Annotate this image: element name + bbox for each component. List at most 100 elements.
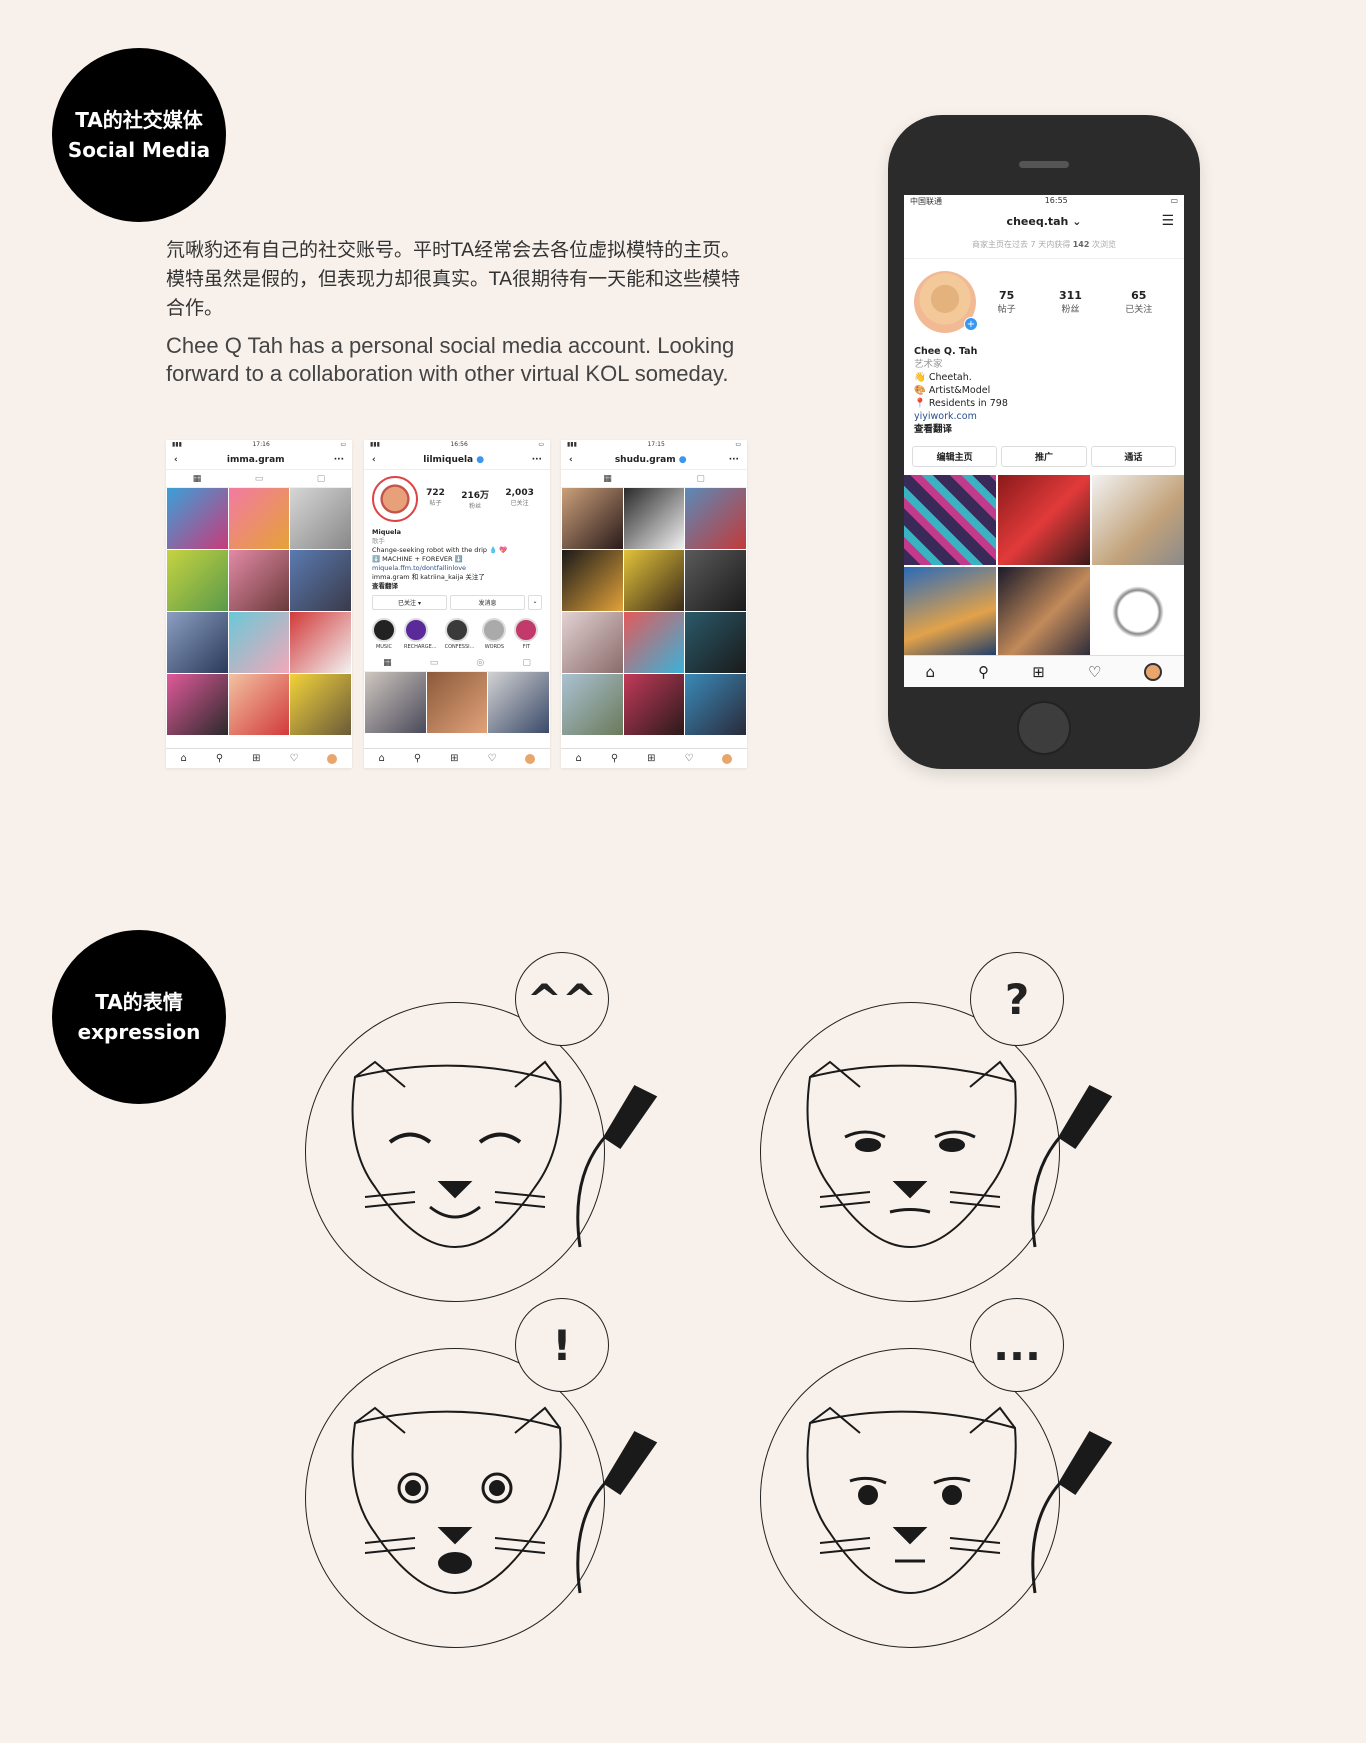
home-icon[interactable]: ⌂ (575, 753, 581, 764)
add-icon[interactable]: ⊞ (647, 753, 655, 764)
tagged-icon[interactable]: ▢ (696, 474, 705, 484)
stat-followers[interactable]: 311 粉丝 (1059, 289, 1082, 315)
chevron-down-icon[interactable]: ⌄ (528, 595, 542, 610)
more-icon[interactable]: ··· (532, 455, 542, 465)
bio-link[interactable]: miquela.ffm.to/dontfallinlove (372, 564, 542, 573)
grid-photo[interactable] (623, 550, 685, 611)
grid-photo[interactable] (228, 488, 290, 549)
stat-following[interactable]: 65 已关注 (1125, 289, 1152, 315)
edit-profile-button[interactable]: 编辑主页 (912, 446, 998, 467)
grid-photo[interactable] (998, 475, 1090, 565)
profile-actions: 编辑主页 推广 通话 (904, 440, 1184, 473)
grid-photo[interactable] (426, 672, 488, 733)
username-switcher[interactable]: cheeq.tah ⌄ (1007, 215, 1082, 228)
highlight-item[interactable]: MUSIC (372, 618, 396, 650)
grid-photo[interactable] (228, 550, 290, 611)
back-icon[interactable]: ‹ (174, 455, 178, 465)
heart-icon[interactable]: ♡ (290, 753, 299, 764)
grid-photo[interactable] (623, 674, 685, 735)
status-time: 17:15 (647, 441, 665, 448)
back-icon[interactable]: ‹ (569, 455, 573, 465)
followed-by[interactable]: imma.gram 和 katriina_kaija 关注了 (372, 573, 542, 582)
grid-photo[interactable] (623, 612, 685, 673)
grid-photo[interactable] (228, 612, 290, 673)
grid-photo[interactable] (365, 672, 426, 733)
grid-photo[interactable] (562, 488, 623, 549)
heart-icon[interactable]: ♡ (488, 753, 497, 764)
grid-photo[interactable] (290, 612, 351, 673)
search-icon[interactable]: ⚲ (216, 753, 223, 764)
bio-link[interactable]: yiyiwork.com (914, 410, 1174, 423)
contact-button[interactable]: 通话 (1090, 446, 1176, 467)
grid-photo[interactable] (290, 550, 351, 611)
grid-icon[interactable]: ▦ (603, 474, 612, 484)
profile-avatar-icon[interactable] (722, 753, 733, 764)
grid-photo[interactable] (685, 674, 746, 735)
home-icon[interactable]: ⌂ (926, 663, 936, 681)
grid-photo[interactable] (904, 567, 996, 657)
grid-photo[interactable] (167, 612, 228, 673)
more-icon[interactable]: ··· (729, 455, 739, 465)
grid-photo[interactable] (1092, 567, 1184, 657)
grid-photo[interactable] (167, 674, 228, 735)
grid-photo[interactable] (488, 672, 549, 733)
add-icon[interactable]: ⊞ (252, 753, 260, 764)
highlight-item[interactable]: RECHARGE... (404, 618, 437, 650)
add-icon[interactable]: ⊞ (450, 753, 458, 764)
profile-avatar-icon[interactable] (525, 753, 536, 764)
grid-photo[interactable] (685, 612, 746, 673)
home-icon[interactable]: ⌂ (180, 753, 186, 764)
more-icon[interactable]: ··· (334, 455, 344, 465)
tagged-icon[interactable]: ▢ (317, 474, 326, 484)
stat-following[interactable]: 2,003 已关注 (505, 488, 533, 510)
igtv-icon[interactable]: ▭ (430, 658, 439, 668)
grid-photo[interactable] (904, 475, 996, 565)
home-icon[interactable]: ⌂ (378, 753, 384, 764)
menu-icon[interactable]: ☰ (1161, 213, 1174, 229)
grid-photo[interactable] (623, 488, 685, 549)
grid-photo[interactable] (562, 550, 623, 611)
grid-icon[interactable]: ▦ (383, 658, 392, 668)
avatar[interactable] (372, 476, 418, 522)
promote-button[interactable]: 推广 (1001, 446, 1087, 467)
highlight-item[interactable]: CONFESSI... (444, 618, 474, 650)
search-icon[interactable]: ⚲ (978, 663, 989, 681)
bio-line: ⬇️ MACHINE + FOREVER ⬇️ (372, 555, 463, 563)
translate-link[interactable]: 查看翻译 (914, 423, 1174, 436)
igtv-icon[interactable]: ▭ (255, 474, 264, 484)
tagged-icon[interactable]: ▢ (522, 658, 531, 668)
search-icon[interactable]: ⚲ (611, 753, 618, 764)
reels-icon[interactable]: ◎ (476, 658, 484, 668)
following-button[interactable]: 已关注 ▾ (372, 595, 447, 610)
heart-icon[interactable]: ♡ (685, 753, 694, 764)
grid-photo[interactable] (290, 674, 351, 735)
search-icon[interactable]: ⚲ (414, 753, 421, 764)
profile-avatar-icon[interactable] (327, 753, 338, 764)
add-story-icon[interactable]: + (964, 317, 978, 331)
stat-posts[interactable]: 722 帖子 (426, 488, 445, 510)
translate-link[interactable]: 查看翻译 (372, 582, 542, 591)
stat-followers[interactable]: 216万 粉丝 (461, 488, 489, 510)
highlight-item[interactable]: FIT (514, 618, 539, 650)
stat-posts[interactable]: 75 帖子 (998, 289, 1016, 315)
back-icon[interactable]: ‹ (372, 455, 376, 465)
grid-icon[interactable]: ▦ (193, 474, 202, 484)
grid-photo[interactable] (685, 488, 746, 549)
grid-photo[interactable] (167, 550, 228, 611)
grid-photo[interactable] (167, 488, 228, 549)
grid-photo[interactable] (290, 488, 351, 549)
avatar[interactable]: + (914, 271, 978, 333)
grid-photo[interactable] (998, 567, 1090, 657)
highlight-item[interactable]: WORDS (482, 618, 507, 650)
grid-photo[interactable] (562, 674, 623, 735)
grid-photo[interactable] (685, 550, 746, 611)
grid-photo[interactable] (228, 674, 290, 735)
add-icon[interactable]: ⊞ (1032, 663, 1045, 681)
home-button[interactable] (1017, 701, 1071, 755)
profile-avatar-icon[interactable] (1144, 662, 1163, 681)
grid-photo[interactable] (562, 612, 623, 673)
message-button[interactable]: 发消息 (450, 595, 525, 610)
insights-notice[interactable]: 商家主页在过去 7 天内获得 142 次浏览 (904, 235, 1184, 259)
grid-photo[interactable] (1092, 475, 1184, 565)
heart-icon[interactable]: ♡ (1088, 663, 1101, 681)
